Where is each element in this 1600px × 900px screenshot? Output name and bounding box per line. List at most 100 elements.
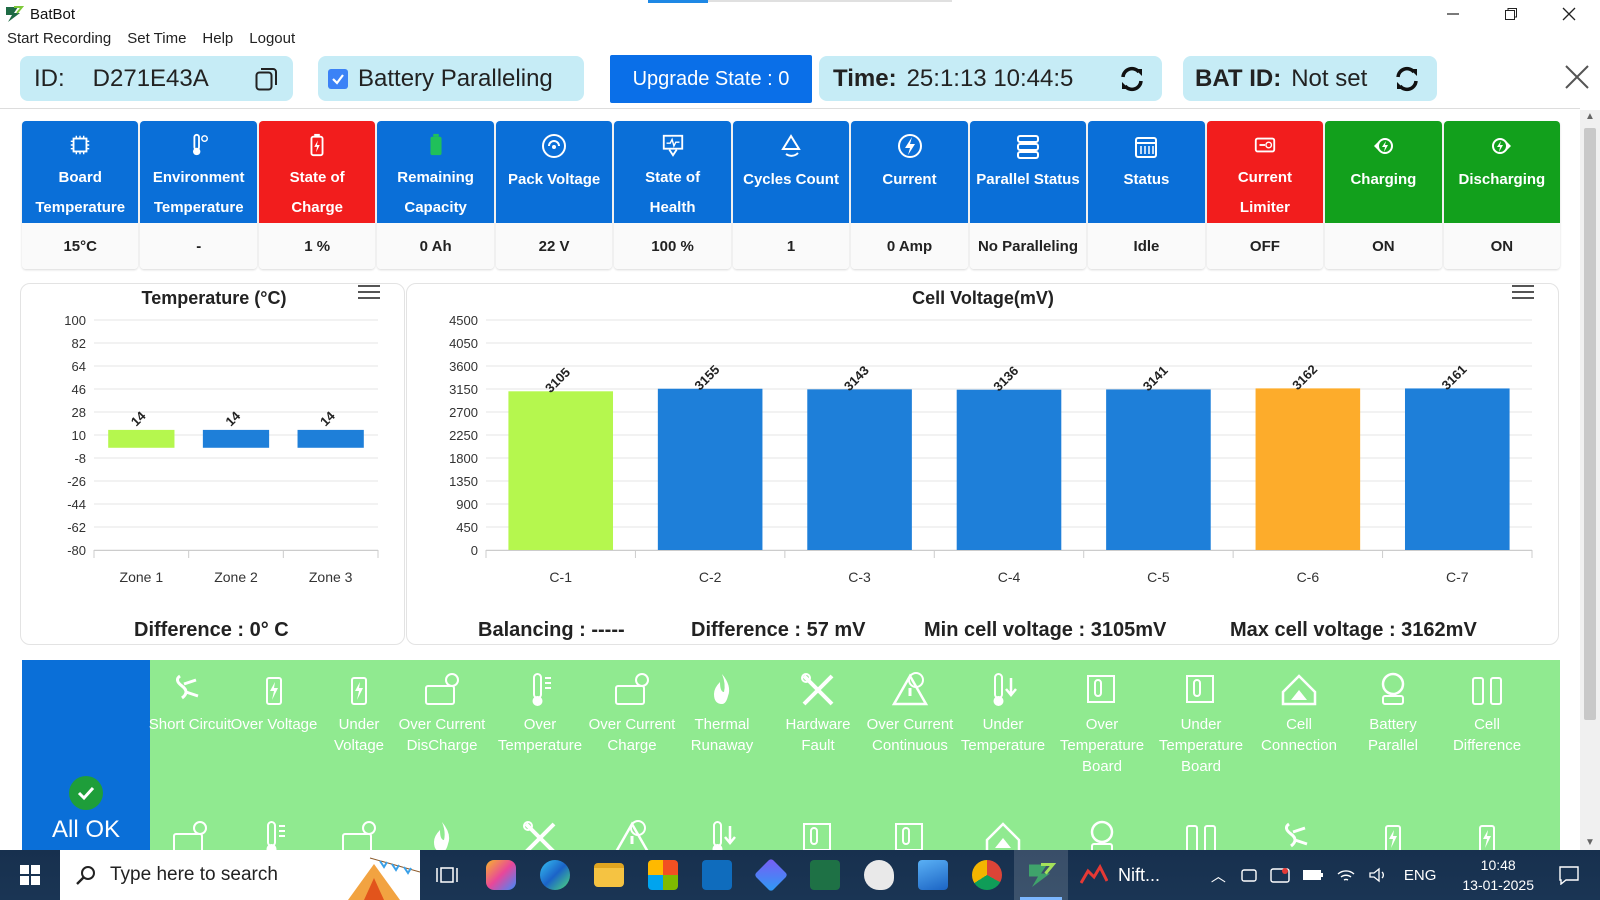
data-label: 3155	[691, 362, 722, 393]
y-tick-label: 1350	[449, 474, 478, 489]
restore-icon	[1505, 8, 1517, 20]
clock-date: 13-01-2025	[1462, 877, 1534, 893]
app-taskbar-button[interactable]	[744, 850, 798, 900]
bar[interactable]	[807, 389, 912, 550]
bar[interactable]	[297, 429, 364, 448]
temperature-chart-menu-icon[interactable]	[358, 284, 380, 300]
metric-tile-label-line: Pack Voltage	[507, 171, 601, 188]
edge-taskbar-button[interactable]	[528, 850, 582, 900]
copy-icon[interactable]	[255, 67, 277, 91]
metric-tile-header: Board Temperature	[22, 121, 139, 223]
metric-tile-label: Current Limiter	[1238, 163, 1292, 223]
wifi-icon[interactable]	[1336, 866, 1356, 884]
menu-bar: Start Recording Set Time Help Logout	[0, 30, 295, 52]
over-current-continuous-icon	[891, 672, 929, 706]
bar[interactable]	[108, 429, 175, 448]
search-icon	[76, 866, 95, 885]
task-view-button[interactable]	[420, 850, 474, 900]
time-pill: Time: 25:1:13 10:44:5	[819, 56, 1162, 101]
metric-tile-header: Environment Temperature	[140, 121, 257, 223]
temperature-difference: Difference : 0° C	[134, 619, 289, 641]
battery-icon[interactable]	[1302, 868, 1324, 882]
data-label: 14	[317, 408, 338, 429]
device-id-value: D271E43A	[92, 64, 209, 92]
nifty-label: Nift...	[1118, 864, 1161, 885]
app-hexagon-icon	[754, 858, 788, 892]
alarm-row2-icon	[266, 821, 285, 850]
bat-id-pill: BAT ID: Not set	[1183, 56, 1437, 101]
start-button[interactable]	[0, 850, 60, 900]
bar[interactable]	[1106, 389, 1211, 550]
restore-button[interactable]	[1482, 0, 1540, 28]
alarm-row2-icon	[173, 821, 207, 850]
vertical-scrollbar[interactable]: ▲ ▼	[1580, 110, 1600, 850]
outlook-taskbar-button[interactable]	[690, 850, 744, 900]
bar[interactable]	[1404, 388, 1510, 550]
min-cell-voltage: Min cell voltage : 3105mV	[924, 619, 1167, 641]
scroll-down-arrow-icon[interactable]: ▼	[1584, 838, 1596, 848]
upgrade-state-button[interactable]: Upgrade State : 0	[610, 55, 812, 103]
short-circuit-icon	[175, 674, 199, 700]
checkmark-icon	[332, 73, 344, 85]
cell-voltage-chart-menu-icon[interactable]	[1512, 284, 1534, 300]
scroll-thumb[interactable]	[1584, 128, 1596, 720]
taskbar-clock[interactable]: 10:48 13-01-2025	[1462, 855, 1534, 895]
menu-logout[interactable]: Logout	[249, 30, 295, 52]
metric-tile-label-line: State of	[289, 169, 345, 186]
chrome-taskbar-button[interactable]	[960, 850, 1014, 900]
metric-tile-label: State of Charge	[290, 163, 345, 223]
close-window-button[interactable]	[1540, 0, 1598, 28]
metric-tile-label: Status	[1124, 165, 1170, 195]
cell-difference-icon	[1472, 677, 1502, 705]
x-tick-label: C-5	[1147, 569, 1170, 585]
bar[interactable]	[657, 388, 763, 550]
security-alert-icon[interactable]	[1270, 866, 1290, 884]
language-indicator[interactable]: ENG	[1404, 867, 1437, 884]
alarm-indicator: Thermal Runaway	[677, 670, 767, 756]
alarm-label: Under Temperature Board	[1158, 716, 1244, 775]
battery-paralleling-toggle[interactable]: Battery Paralleling	[318, 56, 584, 101]
y-tick-label: 900	[456, 497, 478, 512]
refresh-time-icon[interactable]	[1118, 65, 1146, 93]
alarm-label: Under Voltage	[333, 716, 385, 754]
nifty-taskbar-button[interactable]: Nift...	[1068, 850, 1178, 900]
show-hidden-icons-icon[interactable]: ︿	[1211, 865, 1226, 886]
store-taskbar-button[interactable]	[636, 850, 690, 900]
alarm-row2-icon	[523, 821, 556, 850]
menu-start-recording[interactable]: Start Recording	[7, 30, 111, 52]
paint-taskbar-button[interactable]	[852, 850, 906, 900]
taskbar-search[interactable]: Type here to search	[60, 850, 420, 900]
menu-help[interactable]: Help	[202, 30, 233, 52]
meet-now-icon[interactable]	[1240, 866, 1258, 884]
minimize-button[interactable]	[1424, 0, 1482, 28]
bar[interactable]	[508, 391, 614, 550]
bar[interactable]	[1255, 388, 1361, 550]
metric-tile-header: Charging	[1325, 121, 1442, 223]
volume-icon[interactable]	[1368, 866, 1388, 884]
alarm-indicator: Under Temperature	[958, 670, 1048, 756]
photos-taskbar-button[interactable]	[906, 850, 960, 900]
bar[interactable]	[202, 429, 270, 448]
metric-tile-label-line: Temperature	[153, 199, 244, 216]
batbot-taskbar-button[interactable]	[1014, 850, 1068, 900]
file-explorer-taskbar-button[interactable]	[582, 850, 636, 900]
alarm-label: Over Current DisCharge	[398, 716, 486, 754]
close-panel-icon[interactable]	[1564, 64, 1590, 90]
menu-set-time[interactable]: Set Time	[127, 30, 186, 52]
refresh-bat-id-icon[interactable]	[1393, 65, 1421, 93]
over-current-discharge-icon	[425, 673, 459, 705]
x-tick-label: C-4	[998, 569, 1021, 585]
photos-icon	[918, 860, 948, 890]
x-tick-label: C-1	[549, 569, 572, 585]
y-tick-label: 0	[471, 543, 478, 558]
copilot-taskbar-button[interactable]	[474, 850, 528, 900]
scroll-up-arrow-icon[interactable]: ▲	[1584, 112, 1596, 122]
metric-tile-header: Parallel Status	[969, 121, 1087, 223]
bar[interactable]	[956, 389, 1062, 550]
notification-icon[interactable]	[1558, 865, 1580, 885]
excel-taskbar-button[interactable]	[798, 850, 852, 900]
palette-icon	[864, 860, 894, 890]
metric-tile-label-line: Health	[649, 199, 696, 216]
battery-paralleling-checkbox[interactable]	[328, 68, 348, 89]
data-label: 14	[128, 408, 149, 429]
